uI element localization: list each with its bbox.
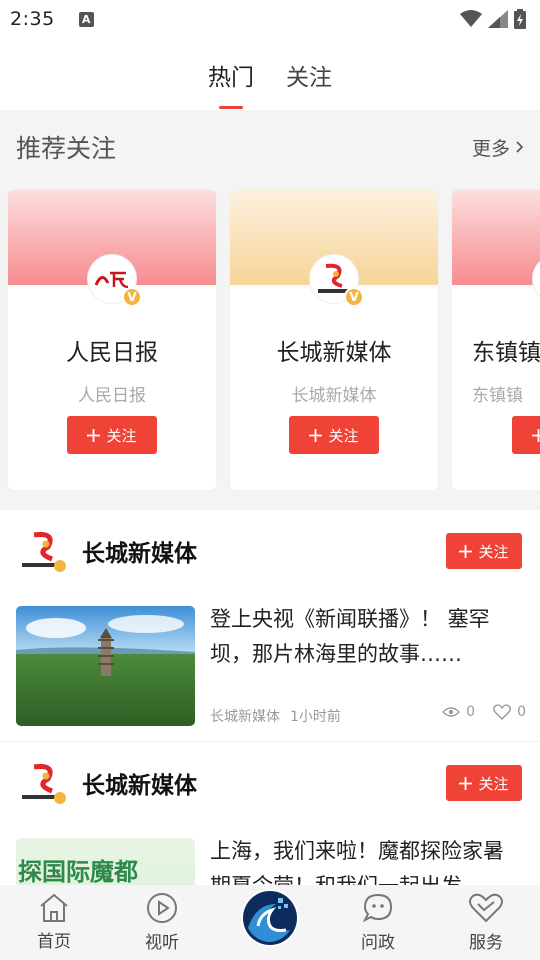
card-banner <box>452 190 540 285</box>
verified-icon: V <box>122 287 142 307</box>
card-subtitle: 人民日报 <box>78 386 146 406</box>
plus-icon <box>532 428 540 442</box>
plus-icon <box>459 776 473 790</box>
view-count: 0 <box>466 704 476 720</box>
follow-button[interactable]: 关注 <box>446 533 522 569</box>
article-title[interactable]: 登上央视《新闻联播》！ 塞罕坝，那片林海里的故事…… <box>210 602 520 672</box>
bottom-nav: 首页 视听 问政 服务 <box>0 885 540 960</box>
status-time: 2:35 <box>10 8 55 30</box>
card-subtitle: 长城新媒体 <box>291 386 377 406</box>
nav-wenzheng[interactable]: 问政 <box>338 892 418 953</box>
signal-icon <box>488 10 508 28</box>
account-name: 长城新媒体 <box>82 773 197 799</box>
list-item[interactable]: 长城新媒体 关注 探国际魔都 上海，我们来啦！魔都探险家暑期夏令营！和我们一起出… <box>0 742 540 885</box>
tab-follow[interactable]: 关注 <box>286 38 332 110</box>
article-source: 长城新媒体 <box>210 709 280 725</box>
more-label: 更多 <box>471 137 510 160</box>
card-name: 长城新媒体 <box>276 340 392 366</box>
tab-hot-label: 热门 <box>208 65 254 91</box>
plus-icon <box>87 428 101 442</box>
recommend-section: 推荐关注 更多 V 人民日报 人民日报 关注 V 长城新媒体 长城新媒体 关注 … <box>0 110 540 510</box>
nav-home[interactable]: 首页 <box>14 893 94 952</box>
thumbnail-text: 探国际魔都 <box>18 858 138 885</box>
avatar[interactable] <box>18 759 68 807</box>
recommend-title: 推荐关注 <box>16 134 117 163</box>
notification-icon: A <box>78 11 94 27</box>
plus-icon <box>459 544 473 558</box>
recommend-header: 推荐关注 更多 <box>0 110 540 184</box>
changcheng-logo-icon <box>22 532 66 572</box>
chat-icon <box>362 893 393 923</box>
nav-service[interactable]: 服务 <box>446 892 526 953</box>
article-stats: 0 0 <box>442 704 526 720</box>
feed-header: 长城新媒体 关注 <box>18 762 522 804</box>
follow-button[interactable]: 关注 <box>512 416 540 454</box>
article-meta: 长城新媒体 1小时前 <box>210 706 341 726</box>
nav-home-label: 首页 <box>37 932 71 952</box>
chevron-right-icon <box>516 141 524 153</box>
more-link[interactable]: 更多 <box>472 134 524 161</box>
like-count: 0 <box>517 704 526 720</box>
verified-icon: V <box>344 287 364 307</box>
account-name: 长城新媒体 <box>82 541 197 567</box>
follow-label: 关注 <box>106 426 137 445</box>
recommend-card[interactable]: V 长城新媒体 长城新媒体 关注 <box>230 190 438 490</box>
status-icons <box>460 9 526 29</box>
feed-header: 长城新媒体 关注 <box>18 530 522 572</box>
follow-button[interactable]: 关注 <box>289 416 379 454</box>
avatar: V <box>87 254 142 307</box>
feed-list: 长城新媒体 关注 登上央视《新闻联播》！ 塞罕坝，那片林海里的故事…… 长城新媒… <box>0 510 540 885</box>
article-thumbnail[interactable]: 探国际魔都 <box>16 838 195 885</box>
status-bar: 2:35 A <box>0 0 540 38</box>
follow-button[interactable]: 关注 <box>67 416 157 454</box>
nav-center[interactable] <box>230 888 310 947</box>
tab-hot[interactable]: 热门 <box>208 38 254 110</box>
eye-icon <box>442 707 461 717</box>
avatar[interactable] <box>18 527 68 575</box>
heart-icon[interactable] <box>493 704 512 720</box>
battery-icon <box>514 9 526 29</box>
follow-button[interactable]: 关注 <box>446 765 522 801</box>
recommend-cards: V 人民日报 人民日报 关注 V 长城新媒体 长城新媒体 关注 东镇镇 东镇镇 <box>8 190 540 490</box>
nav-video[interactable]: 视听 <box>122 892 202 953</box>
recommend-card[interactable]: V 人民日报 人民日报 关注 <box>8 190 216 490</box>
plus-icon <box>309 428 323 442</box>
nav-wenzheng-label: 问政 <box>361 933 395 953</box>
article-thumbnail[interactable] <box>16 606 195 726</box>
center-logo <box>241 888 299 947</box>
card-name: 人民日报 <box>66 340 158 366</box>
article-time: 1小时前 <box>290 709 341 725</box>
play-icon <box>147 893 177 923</box>
home-icon <box>40 893 68 922</box>
card-name: 东镇镇 <box>472 340 540 366</box>
heart-icon <box>469 893 503 923</box>
avatar: V <box>309 254 364 307</box>
card-subtitle: 东镇镇 <box>472 386 523 406</box>
follow-label: 关注 <box>478 774 509 793</box>
wifi-icon <box>460 10 482 27</box>
article-title[interactable]: 上海，我们来啦！魔都探险家暑期夏令营！和我们一起出发 <box>210 834 520 885</box>
nav-service-label: 服务 <box>469 933 503 953</box>
follow-label: 关注 <box>478 542 509 561</box>
list-item[interactable]: 长城新媒体 关注 登上央视《新闻联播》！ 塞罕坝，那片林海里的故事…… 长城新媒… <box>0 510 540 742</box>
changcheng-logo-icon <box>22 764 66 804</box>
forest-pagoda-image <box>16 606 195 726</box>
tab-follow-label: 关注 <box>286 65 332 91</box>
wave-logo-icon <box>243 890 297 945</box>
follow-label: 关注 <box>328 426 359 445</box>
recommend-card[interactable]: V 东镇镇 东镇镇 关注 <box>452 190 540 490</box>
top-tabs: 热门 关注 <box>0 38 540 110</box>
tab-active-indicator <box>219 106 243 109</box>
nav-video-label: 视听 <box>145 933 179 953</box>
